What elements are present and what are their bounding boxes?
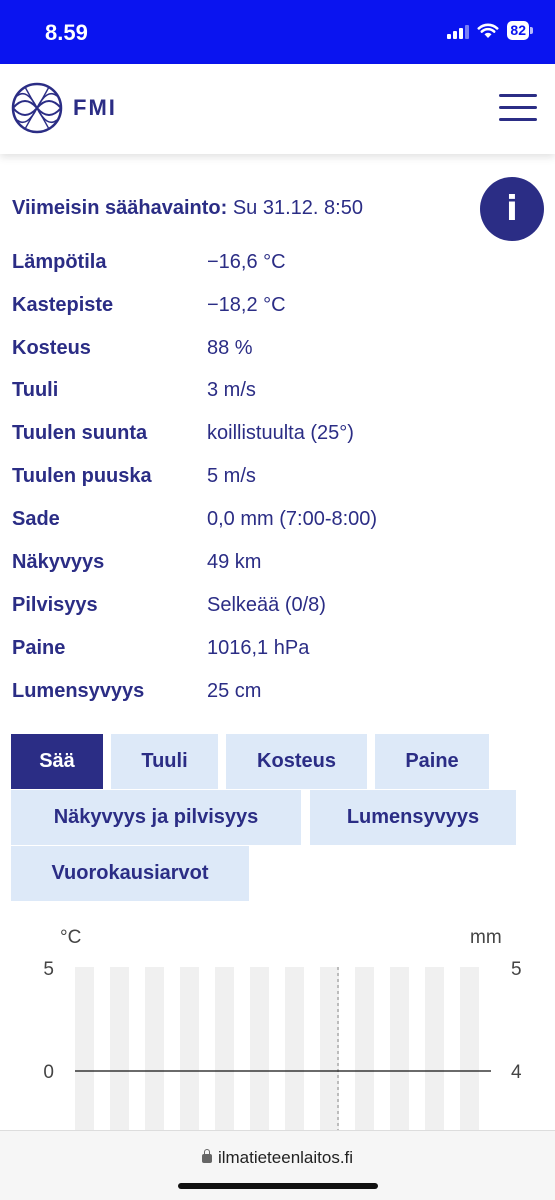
chart-hour-stripe [215,967,234,1135]
obs-value: 3 m/s [207,379,256,401]
wifi-icon [477,23,499,38]
obs-row-wind-direction: Tuulen suunta koillistuulta (25°) [12,422,542,445]
tab-humidity[interactable]: Kosteus [226,734,367,789]
url-bar[interactable]: ilmatieteenlaitos.fi [0,1148,555,1168]
obs-row-cloudiness: Pilvisyys Selkeää (0/8) [12,594,542,617]
obs-label: Kosteus [12,337,91,359]
chart-hour-stripe [250,967,269,1135]
obs-row-wind: Tuuli 3 m/s [12,379,542,402]
obs-label: Tuulen suunta [12,422,148,444]
obs-row-precipitation: Sade 0,0 mm (7:00-8:00) [12,508,542,531]
chart-hour-stripe [355,967,374,1135]
left-tick-label: 5 [43,959,54,980]
obs-value: Selkeää (0/8) [207,594,326,616]
obs-value: 25 cm [207,680,262,702]
obs-label: Tuuli [12,379,59,401]
status-bar: 8.59 82 [0,0,555,64]
lock-icon [201,1149,212,1163]
obs-value: 5 m/s [207,465,256,487]
info-button[interactable]: i [480,177,544,241]
tab-snow-depth[interactable]: Lumensyvyys [310,790,516,845]
url-text: ilmatieteenlaitos.fi [217,1148,354,1167]
right-tick-label: 4 [511,1062,522,1083]
obs-row-snow-depth: Lumensyvyys 25 cm [12,680,542,703]
chart-hour-stripe [145,967,164,1135]
chart-stripes [75,967,479,1135]
chart-hour-stripe [390,967,409,1135]
hamburger-menu-icon[interactable] [499,94,537,124]
obs-row-temperature: Lämpötila −16,6 °C [12,251,542,274]
weather-chart: °C mm 5 0 5 4 [43,927,522,1135]
obs-row-humidity: Kosteus 88 % [12,337,542,360]
obs-label: Sade [12,508,60,530]
obs-value: koillistuulta (25°) [207,422,354,444]
obs-row-visibility: Näkyvyys 49 km [12,551,542,574]
obs-label: Tuulen puuska [12,465,152,487]
obs-label: Paine [12,637,66,659]
fmi-globe-icon [11,82,63,134]
chart-hour-stripe [460,967,479,1135]
obs-value: 49 km [207,551,262,573]
obs-value: 1016,1 hPa [207,637,310,659]
chart-hour-stripe [75,967,94,1135]
logo-text: FMI [73,95,117,120]
obs-label: Pilvisyys [12,594,98,616]
status-icons: 82 [447,21,533,40]
chart-hour-stripe [285,967,304,1135]
left-axis-unit: °C [60,927,81,948]
tab-pressure[interactable]: Paine [375,734,489,789]
obs-value: 88 % [207,337,253,359]
site-header: FMI [0,64,555,154]
cellular-signal-icon [447,23,470,39]
observation-title-label: Viimeisin säähavainto: [12,197,228,219]
battery-level: 82 [507,21,529,40]
obs-row-pressure: Paine 1016,1 hPa [12,637,542,660]
chart-hour-stripe [320,967,339,1135]
obs-row-dewpoint: Kastepiste −18,2 °C [12,294,542,317]
obs-row-wind-gust: Tuulen puuska 5 m/s [12,465,542,488]
tab-daily-values[interactable]: Vuorokausiarvot [11,846,249,901]
battery-icon: 82 [507,21,533,40]
status-time: 8.59 [45,20,88,45]
right-tick-label: 5 [511,959,522,980]
chart-hour-stripe [110,967,129,1135]
fmi-logo[interactable]: FMI [11,82,117,134]
obs-label: Kastepiste [12,294,114,316]
tab-wind[interactable]: Tuuli [111,734,218,789]
right-axis-unit: mm [470,927,502,948]
info-icon: i [506,189,518,229]
left-tick-label: 0 [43,1062,54,1083]
tab-visibility-cloudiness[interactable]: Näkyvyys ja pilvisyys [11,790,301,845]
chart-hour-stripe [180,967,199,1135]
home-indicator [178,1183,378,1189]
obs-value: −16,6 °C [207,251,286,273]
browser-bottom-bar: ilmatieteenlaitos.fi [0,1130,555,1200]
observation-title: Viimeisin säähavainto: Su 31.12. 8:50 [12,197,363,220]
tab-weather[interactable]: Sää [11,734,103,789]
chart-hour-stripe [425,967,444,1135]
obs-value: −18,2 °C [207,294,286,316]
obs-label: Näkyvyys [12,551,105,573]
obs-label: Lumensyvyys [12,680,145,702]
obs-value: 0,0 mm (7:00-8:00) [207,508,378,530]
obs-label: Lämpötila [12,251,107,273]
observation-time: Su 31.12. 8:50 [232,197,363,219]
